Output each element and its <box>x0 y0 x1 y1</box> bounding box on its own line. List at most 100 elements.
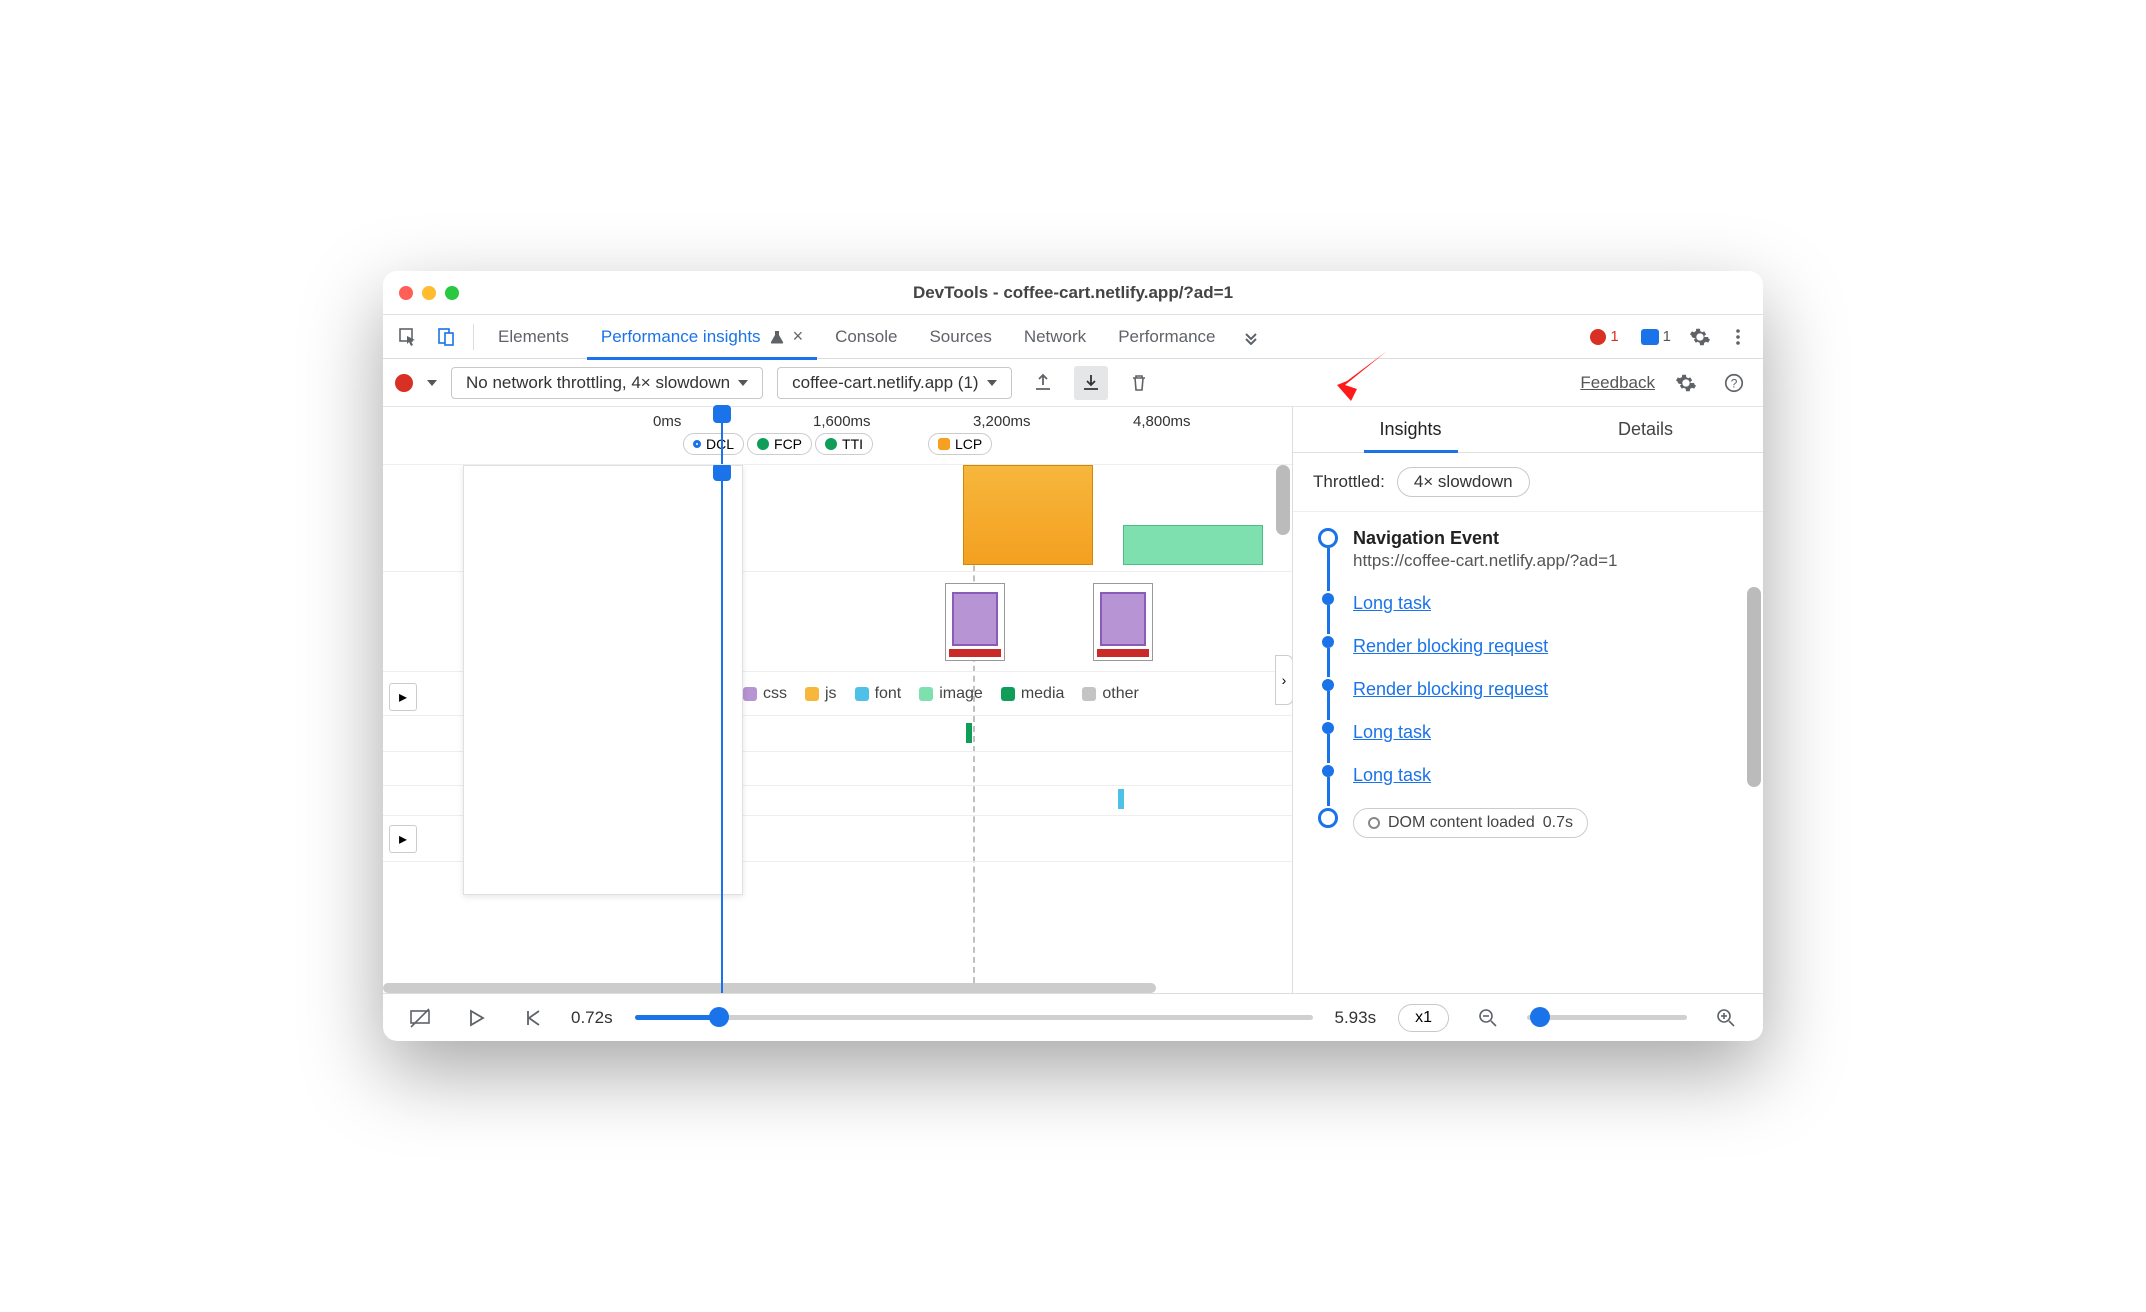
separator <box>473 324 474 350</box>
marker-dcl[interactable]: DCL <box>683 433 744 455</box>
legend-font: font <box>855 685 902 703</box>
insight-link[interactable]: Long task <box>1353 593 1431 613</box>
settings-icon[interactable] <box>1683 320 1717 354</box>
timeline-ruler[interactable]: 0ms 1,600ms 3,200ms 4,800ms DCL FCP TTI … <box>383 407 1292 465</box>
insights-list[interactable]: Navigation Event https://coffee-cart.net… <box>1293 512 1763 993</box>
resource-legend: css js font image media other <box>743 685 1139 703</box>
throttle-status: Throttled: 4× slowdown <box>1293 453 1763 512</box>
insight-item: Render blocking request <box>1317 636 1745 677</box>
time-tick: 0ms <box>653 413 681 430</box>
insight-link[interactable]: Long task <box>1353 722 1431 742</box>
more-tabs-button[interactable] <box>1234 320 1268 354</box>
play-button[interactable] <box>459 1001 493 1035</box>
timeline-panel: 0ms 1,600ms 3,200ms 4,800ms DCL FCP TTI … <box>383 407 1293 993</box>
vertical-scrollbar[interactable] <box>1747 587 1761 787</box>
expand-track-button[interactable]: ▸ <box>389 683 417 711</box>
expand-right-panel-button[interactable]: › <box>1275 655 1292 705</box>
close-tab-button[interactable]: × <box>793 326 804 347</box>
export-icon[interactable] <box>1026 366 1060 400</box>
playback-speed[interactable]: x1 <box>1398 1004 1449 1032</box>
nav-event-url: https://coffee-cart.netlify.app/?ad=1 <box>1353 551 1745 571</box>
tab-console[interactable]: Console <box>821 315 911 359</box>
legend-media: media <box>1001 685 1065 703</box>
insight-link[interactable]: Render blocking request <box>1353 679 1548 699</box>
task-block[interactable] <box>963 465 1093 565</box>
help-icon[interactable]: ? <box>1717 366 1751 400</box>
flask-icon <box>769 329 785 345</box>
dom-loaded-pill[interactable]: DOM content loaded 0.7s <box>1353 808 1588 838</box>
window-controls <box>399 286 459 300</box>
insights-tabs: Insights Details <box>1293 407 1763 453</box>
horizontal-scrollbar[interactable] <box>383 983 1292 993</box>
start-time-label: 0.72s <box>571 1008 613 1028</box>
feedback-link[interactable]: Feedback <box>1580 373 1655 393</box>
tab-performance-insights[interactable]: Performance insights × <box>587 315 817 359</box>
inspect-element-icon[interactable] <box>391 320 425 354</box>
insights-toolbar: No network throttling, 4× slowdown coffe… <box>383 359 1763 407</box>
marker-tti[interactable]: TTI <box>815 433 873 455</box>
legend-css: css <box>743 685 787 703</box>
playhead[interactable] <box>721 407 723 464</box>
insight-dom-loaded: DOM content loaded 0.7s <box>1317 808 1745 858</box>
tab-sources[interactable]: Sources <box>915 315 1005 359</box>
filmstrip-placeholder <box>463 465 743 895</box>
insight-link[interactable]: Render blocking request <box>1353 636 1548 656</box>
playback-footer: 0.72s 5.93s x1 <box>383 993 1763 1041</box>
insight-item: Render blocking request <box>1317 679 1745 720</box>
device-toolbar-icon[interactable] <box>429 320 463 354</box>
delete-icon[interactable] <box>1122 366 1156 400</box>
screenshot-thumbnail[interactable] <box>1093 583 1153 661</box>
close-window-button[interactable] <box>399 286 413 300</box>
import-icon[interactable] <box>1074 366 1108 400</box>
insight-nav-event: Navigation Event https://coffee-cart.net… <box>1317 528 1745 591</box>
notification-badges: 1 1 <box>1582 326 1679 347</box>
tab-network[interactable]: Network <box>1010 315 1100 359</box>
insight-item: Long task <box>1317 765 1745 806</box>
resource-bar[interactable] <box>1118 789 1124 809</box>
nav-event-title: Navigation Event <box>1353 528 1745 549</box>
error-badge[interactable]: 1 <box>1582 326 1626 347</box>
screencast-disabled-icon[interactable] <box>403 1001 437 1035</box>
end-time-label: 5.93s <box>1335 1008 1377 1028</box>
panel-settings-icon[interactable] <box>1669 366 1703 400</box>
maximize-window-button[interactable] <box>445 286 459 300</box>
kebab-menu-icon[interactable] <box>1721 320 1755 354</box>
insight-item: Long task <box>1317 593 1745 634</box>
minimize-window-button[interactable] <box>422 286 436 300</box>
record-button[interactable] <box>395 374 413 392</box>
legend-js: js <box>805 685 837 703</box>
marker-fcp[interactable]: FCP <box>747 433 812 455</box>
tab-details[interactable]: Details <box>1528 407 1763 452</box>
throttled-label: Throttled: <box>1313 472 1385 492</box>
throttling-select[interactable]: No network throttling, 4× slowdown <box>451 367 763 399</box>
main-content: 0ms 1,600ms 3,200ms 4,800ms DCL FCP TTI … <box>383 407 1763 993</box>
rewind-button[interactable] <box>515 1001 549 1035</box>
svg-text:?: ? <box>1731 376 1738 390</box>
expand-track-button[interactable]: ▸ <box>389 825 417 853</box>
marker-lcp[interactable]: LCP <box>928 433 992 455</box>
resource-bar[interactable] <box>966 723 972 743</box>
insights-panel: Insights Details Throttled: 4× slowdown … <box>1293 407 1763 993</box>
record-menu-chevron-icon[interactable] <box>427 380 437 386</box>
playhead-line[interactable] <box>721 465 723 993</box>
legend-image: image <box>919 685 983 703</box>
zoom-out-icon[interactable] <box>1471 1001 1505 1035</box>
zoom-in-icon[interactable] <box>1709 1001 1743 1035</box>
time-tick: 3,200ms <box>973 413 1031 430</box>
titlebar: DevTools - coffee-cart.netlify.app/?ad=1 <box>383 271 1763 315</box>
metric-markers: DCL FCP TTI LCP <box>383 433 1292 455</box>
tab-elements[interactable]: Elements <box>484 315 583 359</box>
message-badge[interactable]: 1 <box>1633 326 1679 347</box>
legend-other: other <box>1082 685 1138 703</box>
tab-performance[interactable]: Performance <box>1104 315 1229 359</box>
insight-link[interactable]: Long task <box>1353 765 1431 785</box>
task-block[interactable] <box>1123 525 1263 565</box>
window-title: DevTools - coffee-cart.netlify.app/?ad=1 <box>383 283 1763 303</box>
time-slider[interactable] <box>635 1015 1313 1020</box>
screenshot-thumbnail[interactable] <box>945 583 1005 661</box>
zoom-slider[interactable] <box>1527 1015 1687 1020</box>
timeline-tracks[interactable]: ▸ css js font image media other <box>383 465 1292 993</box>
time-tick: 1,600ms <box>813 413 871 430</box>
tab-insights[interactable]: Insights <box>1293 407 1528 452</box>
recording-select[interactable]: coffee-cart.netlify.app (1) <box>777 367 1011 399</box>
